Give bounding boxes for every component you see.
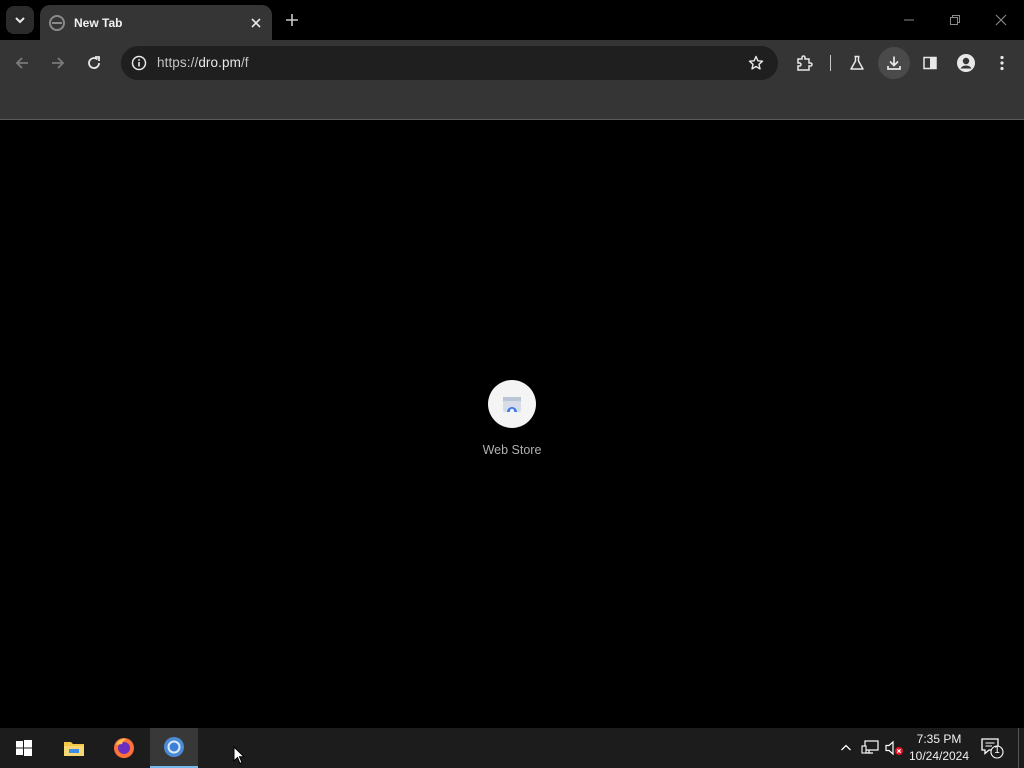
labs-icon <box>850 55 864 70</box>
chrome-icon <box>164 737 184 757</box>
site-info-button[interactable] <box>127 51 151 75</box>
taskbar-file-explorer[interactable] <box>50 728 98 768</box>
extensions-icon <box>797 55 813 71</box>
file-explorer-icon <box>64 742 84 756</box>
clock-date: 10/24/2024 <box>908 749 970 763</box>
tab-new-tab[interactable]: New Tab <box>40 5 272 40</box>
bookmarks-bar <box>0 86 1024 120</box>
side-panel-icon <box>923 56 937 70</box>
shortcut-web-store[interactable]: Web Store <box>472 380 552 470</box>
info-icon <box>131 55 147 71</box>
url-path: /f <box>240 55 249 70</box>
menu-icon <box>1000 55 1004 71</box>
browser-toolbar: https://dro.pm/f <box>0 40 1024 86</box>
taskbar-clock[interactable]: 7:35 PM 10/24/2024 <box>904 731 974 765</box>
url-text[interactable]: https://dro.pm/f <box>157 55 249 70</box>
star-icon <box>748 55 764 70</box>
downloads-button[interactable] <box>878 47 910 79</box>
side-panel-button[interactable] <box>914 47 946 79</box>
taskbar-firefox[interactable] <box>100 728 148 768</box>
volume-tray-button[interactable] <box>884 738 904 758</box>
profile-button[interactable] <box>950 47 982 79</box>
close-icon <box>995 14 1007 26</box>
network-tray-button[interactable] <box>860 738 880 758</box>
notification-icon <box>981 738 1004 759</box>
new-tab-page: Web Store <box>0 121 1024 728</box>
window-close-button[interactable] <box>978 0 1024 40</box>
taskbar-chrome[interactable] <box>150 728 198 768</box>
firefox-icon <box>114 738 134 758</box>
toolbar-divider <box>830 55 831 71</box>
volume-muted-icon <box>885 740 903 756</box>
forward-icon <box>52 57 65 69</box>
reload-icon <box>88 56 100 69</box>
minimize-icon <box>904 19 914 21</box>
windows-taskbar: 7:35 PM 10/24/2024 1 <box>0 728 1024 768</box>
url-host: dro.pm <box>198 55 241 70</box>
shortcut-tile[interactable] <box>488 380 536 428</box>
forward-button[interactable] <box>42 47 74 79</box>
notification-count: 1 <box>994 745 1000 756</box>
restore-icon <box>950 15 960 25</box>
show-desktop-button[interactable] <box>1018 728 1019 768</box>
close-icon <box>251 17 261 28</box>
tab-strip: New Tab <box>0 0 1024 40</box>
start-button[interactable] <box>0 728 48 768</box>
profile-icon <box>957 54 975 72</box>
labs-button[interactable] <box>841 47 873 79</box>
plus-icon <box>286 14 298 26</box>
chevron-up-icon <box>841 744 851 751</box>
network-icon <box>861 740 879 754</box>
globe-icon <box>49 14 65 31</box>
window-minimize-button[interactable] <box>886 0 932 40</box>
web-store-icon <box>503 397 521 414</box>
url-scheme: https:// <box>157 55 199 70</box>
bookmark-star-button[interactable] <box>744 51 768 75</box>
tab-close-button[interactable] <box>246 13 266 33</box>
reload-button[interactable] <box>78 47 110 79</box>
extensions-button[interactable] <box>788 47 820 79</box>
tray-overflow-button[interactable] <box>836 738 856 758</box>
back-button[interactable] <box>6 47 38 79</box>
address-bar[interactable]: https://dro.pm/f <box>121 46 778 80</box>
menu-button[interactable] <box>986 47 1018 79</box>
action-center-button[interactable]: 1 <box>980 737 1004 759</box>
mouse-cursor-icon <box>233 746 245 765</box>
download-icon <box>887 56 901 70</box>
clock-time: 7:35 PM <box>916 732 962 746</box>
chevron-down-icon <box>15 17 25 24</box>
start-icon <box>16 740 32 756</box>
window-restore-button[interactable] <box>932 0 978 40</box>
tab-search-button[interactable] <box>6 6 34 34</box>
new-tab-button[interactable] <box>280 8 304 32</box>
tab-title: New Tab <box>74 15 123 30</box>
shortcut-label: Web Store <box>482 443 542 457</box>
back-icon <box>15 57 28 69</box>
